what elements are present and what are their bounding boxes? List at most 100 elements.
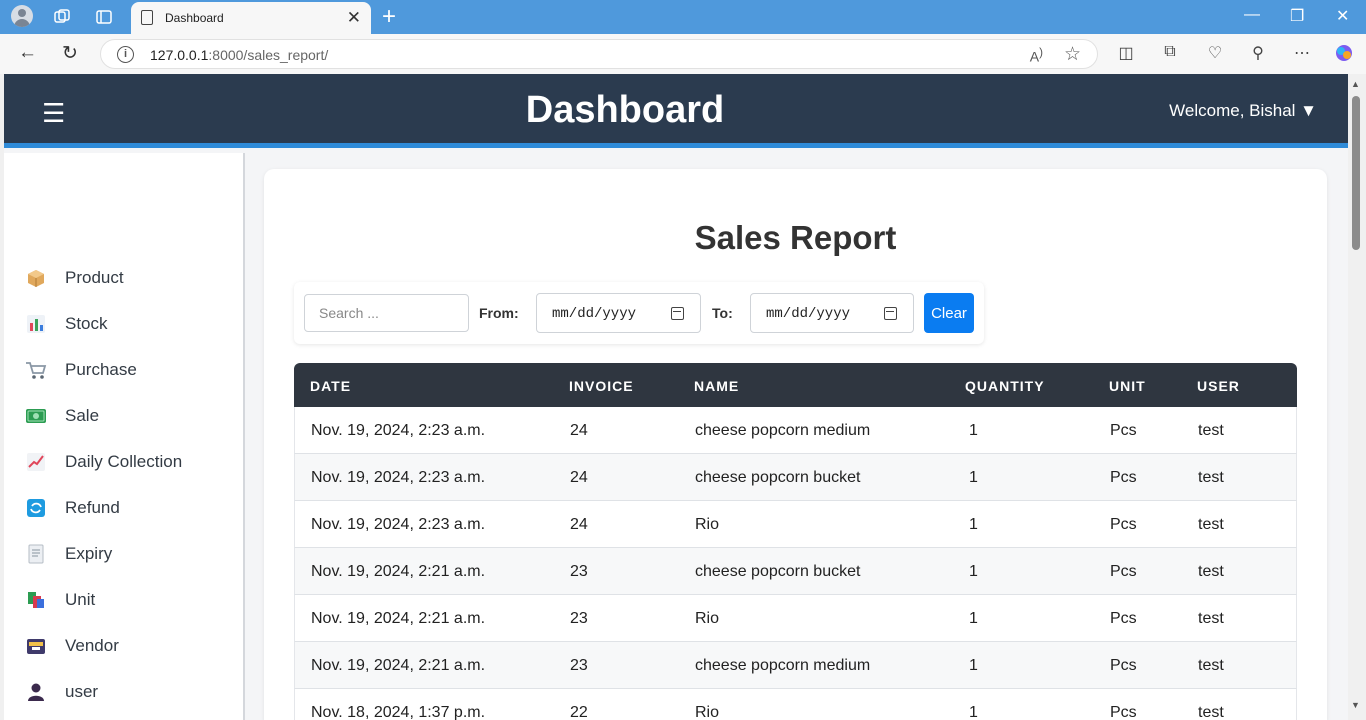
table-cell: 1 (969, 657, 978, 674)
shopping-cart-icon (25, 359, 47, 381)
calendar-icon[interactable] (884, 307, 897, 320)
search-input[interactable] (304, 294, 469, 332)
table-cell: Rio (695, 704, 720, 720)
column-header: NAME (694, 378, 740, 394)
table-cell: Pcs (1110, 422, 1137, 439)
table-body: Nov. 19, 2024, 2:23 a.m. 24 cheese popcorn… (294, 407, 1297, 720)
scrollbar-thumb[interactable] (1352, 96, 1360, 250)
package-icon (25, 267, 47, 289)
more-options-icon[interactable]: ⋯ (1292, 43, 1312, 63)
close-window-icon[interactable]: ✕ (1336, 6, 1349, 26)
table-cell: 1 (969, 516, 978, 533)
split-screen-icon[interactable]: ◫ (1116, 43, 1136, 63)
url-text: 127.0.0.1:8000/sales_report/ (150, 47, 329, 63)
table-cell: Rio (695, 516, 720, 533)
table-row: Nov. 19, 2024, 2:23 a.m. 24 cheese popcorn… (294, 407, 1297, 454)
column-header: DATE (310, 378, 352, 394)
table-cell: 1 (969, 704, 978, 720)
report-card: Sales Report From: mm/dd/yyyy To: mm/dd/… (264, 169, 1327, 720)
scroll-up-icon[interactable]: ▲ (1351, 79, 1360, 89)
table-cell: 23 (570, 563, 588, 580)
table-cell: cheese popcorn bucket (695, 563, 861, 580)
table-cell: 23 (570, 610, 588, 627)
table-cell: Pcs (1110, 469, 1137, 486)
table-cell: test (1198, 469, 1224, 486)
table-cell: test (1198, 422, 1224, 439)
trend-chart-icon (25, 451, 47, 473)
table-cell: 22 (570, 704, 588, 720)
from-label: From: (479, 305, 519, 321)
receipt-icon (25, 543, 47, 565)
page: ☰ Dashboard Welcome, Bishal ▼ Product St… (4, 74, 1348, 720)
sidebar-item-vendor[interactable]: Vendor (25, 633, 119, 659)
restore-icon[interactable]: ❐ (1290, 6, 1304, 26)
filter-bar: From: mm/dd/yyyy To: mm/dd/yyyy Clear (294, 282, 984, 344)
refresh-icon (25, 497, 47, 519)
table-row: Nov. 19, 2024, 2:21 a.m. 23 cheese popcorn… (294, 548, 1297, 595)
table-cell: cheese popcorn medium (695, 657, 871, 674)
table-cell: Nov. 19, 2024, 2:23 a.m. (311, 516, 486, 533)
copilot-icon[interactable] (1334, 43, 1354, 63)
new-tab-button[interactable]: + (382, 3, 396, 31)
to-label: To: (712, 305, 733, 321)
table-cell: 1 (969, 422, 978, 439)
table-header: DATE INVOICE NAME QUANTITY UNIT USER (294, 363, 1297, 407)
column-header: INVOICE (569, 378, 634, 394)
top-header: ☰ Dashboard Welcome, Bishal ▼ (4, 74, 1348, 148)
table-cell: Nov. 19, 2024, 2:23 a.m. (311, 469, 486, 486)
column-header: USER (1197, 378, 1240, 394)
table-row: Nov. 19, 2024, 2:21 a.m. 23 cheese popcorn… (294, 642, 1297, 689)
table-cell: Pcs (1110, 657, 1137, 674)
tab-title: Dashboard (165, 11, 224, 25)
table-cell: 1 (969, 563, 978, 580)
page-brand-title: Dashboard (525, 89, 725, 131)
calendar-icon[interactable] (671, 307, 684, 320)
clear-button[interactable]: Clear (924, 293, 974, 333)
profile-icon[interactable] (11, 5, 33, 27)
table-cell: test (1198, 516, 1224, 533)
table-cell: Pcs (1110, 610, 1137, 627)
sidebar-item-daily-collection[interactable]: Daily Collection (25, 449, 182, 475)
site-info-icon[interactable]: i (117, 46, 134, 63)
from-date-input[interactable]: mm/dd/yyyy (536, 293, 701, 333)
tab-actions-icon[interactable] (93, 6, 115, 28)
money-icon (25, 405, 47, 427)
close-tab-icon[interactable]: ✕ (347, 8, 361, 28)
table-cell: 23 (570, 657, 588, 674)
page-scrollbar[interactable]: ▲ ▼ (1348, 74, 1366, 720)
sidebar-item-purchase[interactable]: Purchase (25, 357, 137, 383)
url-field[interactable]: i 127.0.0.1:8000/sales_report/ A) ☆ (100, 39, 1098, 69)
address-bar: ← ↻ i 127.0.0.1:8000/sales_report/ A) ☆ … (0, 34, 1366, 74)
table-cell: test (1198, 657, 1224, 674)
collections-icon[interactable]: ⧉ (1160, 43, 1180, 63)
table-cell: Pcs (1110, 704, 1137, 720)
table-cell: Nov. 19, 2024, 2:21 a.m. (311, 610, 486, 627)
user-menu[interactable]: Welcome, Bishal ▼ (1169, 101, 1317, 121)
bar-chart-icon (25, 313, 47, 335)
scroll-down-icon[interactable]: ▼ (1351, 700, 1360, 710)
reload-icon[interactable]: ↻ (62, 42, 78, 65)
user-icon (25, 681, 47, 703)
favorite-star-icon[interactable]: ☆ (1064, 43, 1081, 66)
workspaces-icon[interactable] (51, 6, 73, 28)
table-cell: Nov. 19, 2024, 2:21 a.m. (311, 657, 486, 674)
extensions-icon[interactable]: ⚲ (1248, 43, 1268, 63)
sidebar-item-stock[interactable]: Stock (25, 311, 108, 337)
column-header: UNIT (1109, 378, 1146, 394)
sidebar-item-expiry[interactable]: Expiry (25, 541, 112, 567)
browser-tab[interactable]: Dashboard ✕ (131, 2, 371, 34)
table-cell: Nov. 18, 2024, 1:37 p.m. (311, 704, 486, 720)
minimize-icon[interactable]: — (1244, 6, 1260, 24)
back-icon[interactable]: ← (18, 42, 37, 64)
to-date-input[interactable]: mm/dd/yyyy (750, 293, 914, 333)
sidebar-item-user[interactable]: user (25, 679, 98, 705)
sidebar-item-sale[interactable]: Sale (25, 403, 99, 429)
table-cell: 24 (570, 422, 588, 439)
sidebar-item-unit[interactable]: Unit (25, 587, 95, 613)
browser-essentials-icon[interactable]: ♡ (1205, 43, 1225, 63)
read-aloud-icon[interactable]: A) (1030, 46, 1043, 65)
sidebar-item-product[interactable]: Product (25, 265, 124, 291)
browser-tab-bar: Dashboard ✕ + — ❐ ✕ (0, 0, 1366, 34)
cardbox-icon (25, 635, 47, 657)
sidebar-item-refund[interactable]: Refund (25, 495, 120, 521)
